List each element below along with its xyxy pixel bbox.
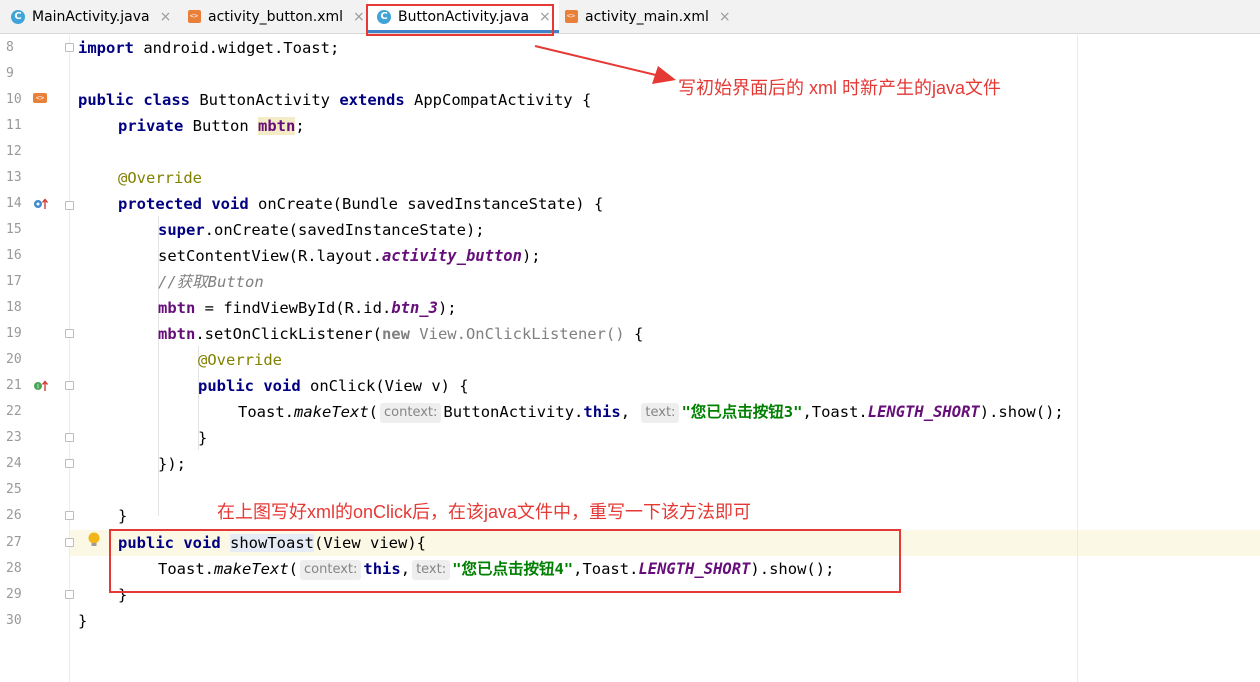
method-highlight-box — [109, 529, 901, 593]
top-annotation-note: 写初始界面后的 xml 时新产生的java文件 — [678, 78, 1002, 98]
bottom-annotation-note: 在上图写好xml的onClick后，在该java文件中，重写一下该方法即可 — [217, 502, 752, 522]
